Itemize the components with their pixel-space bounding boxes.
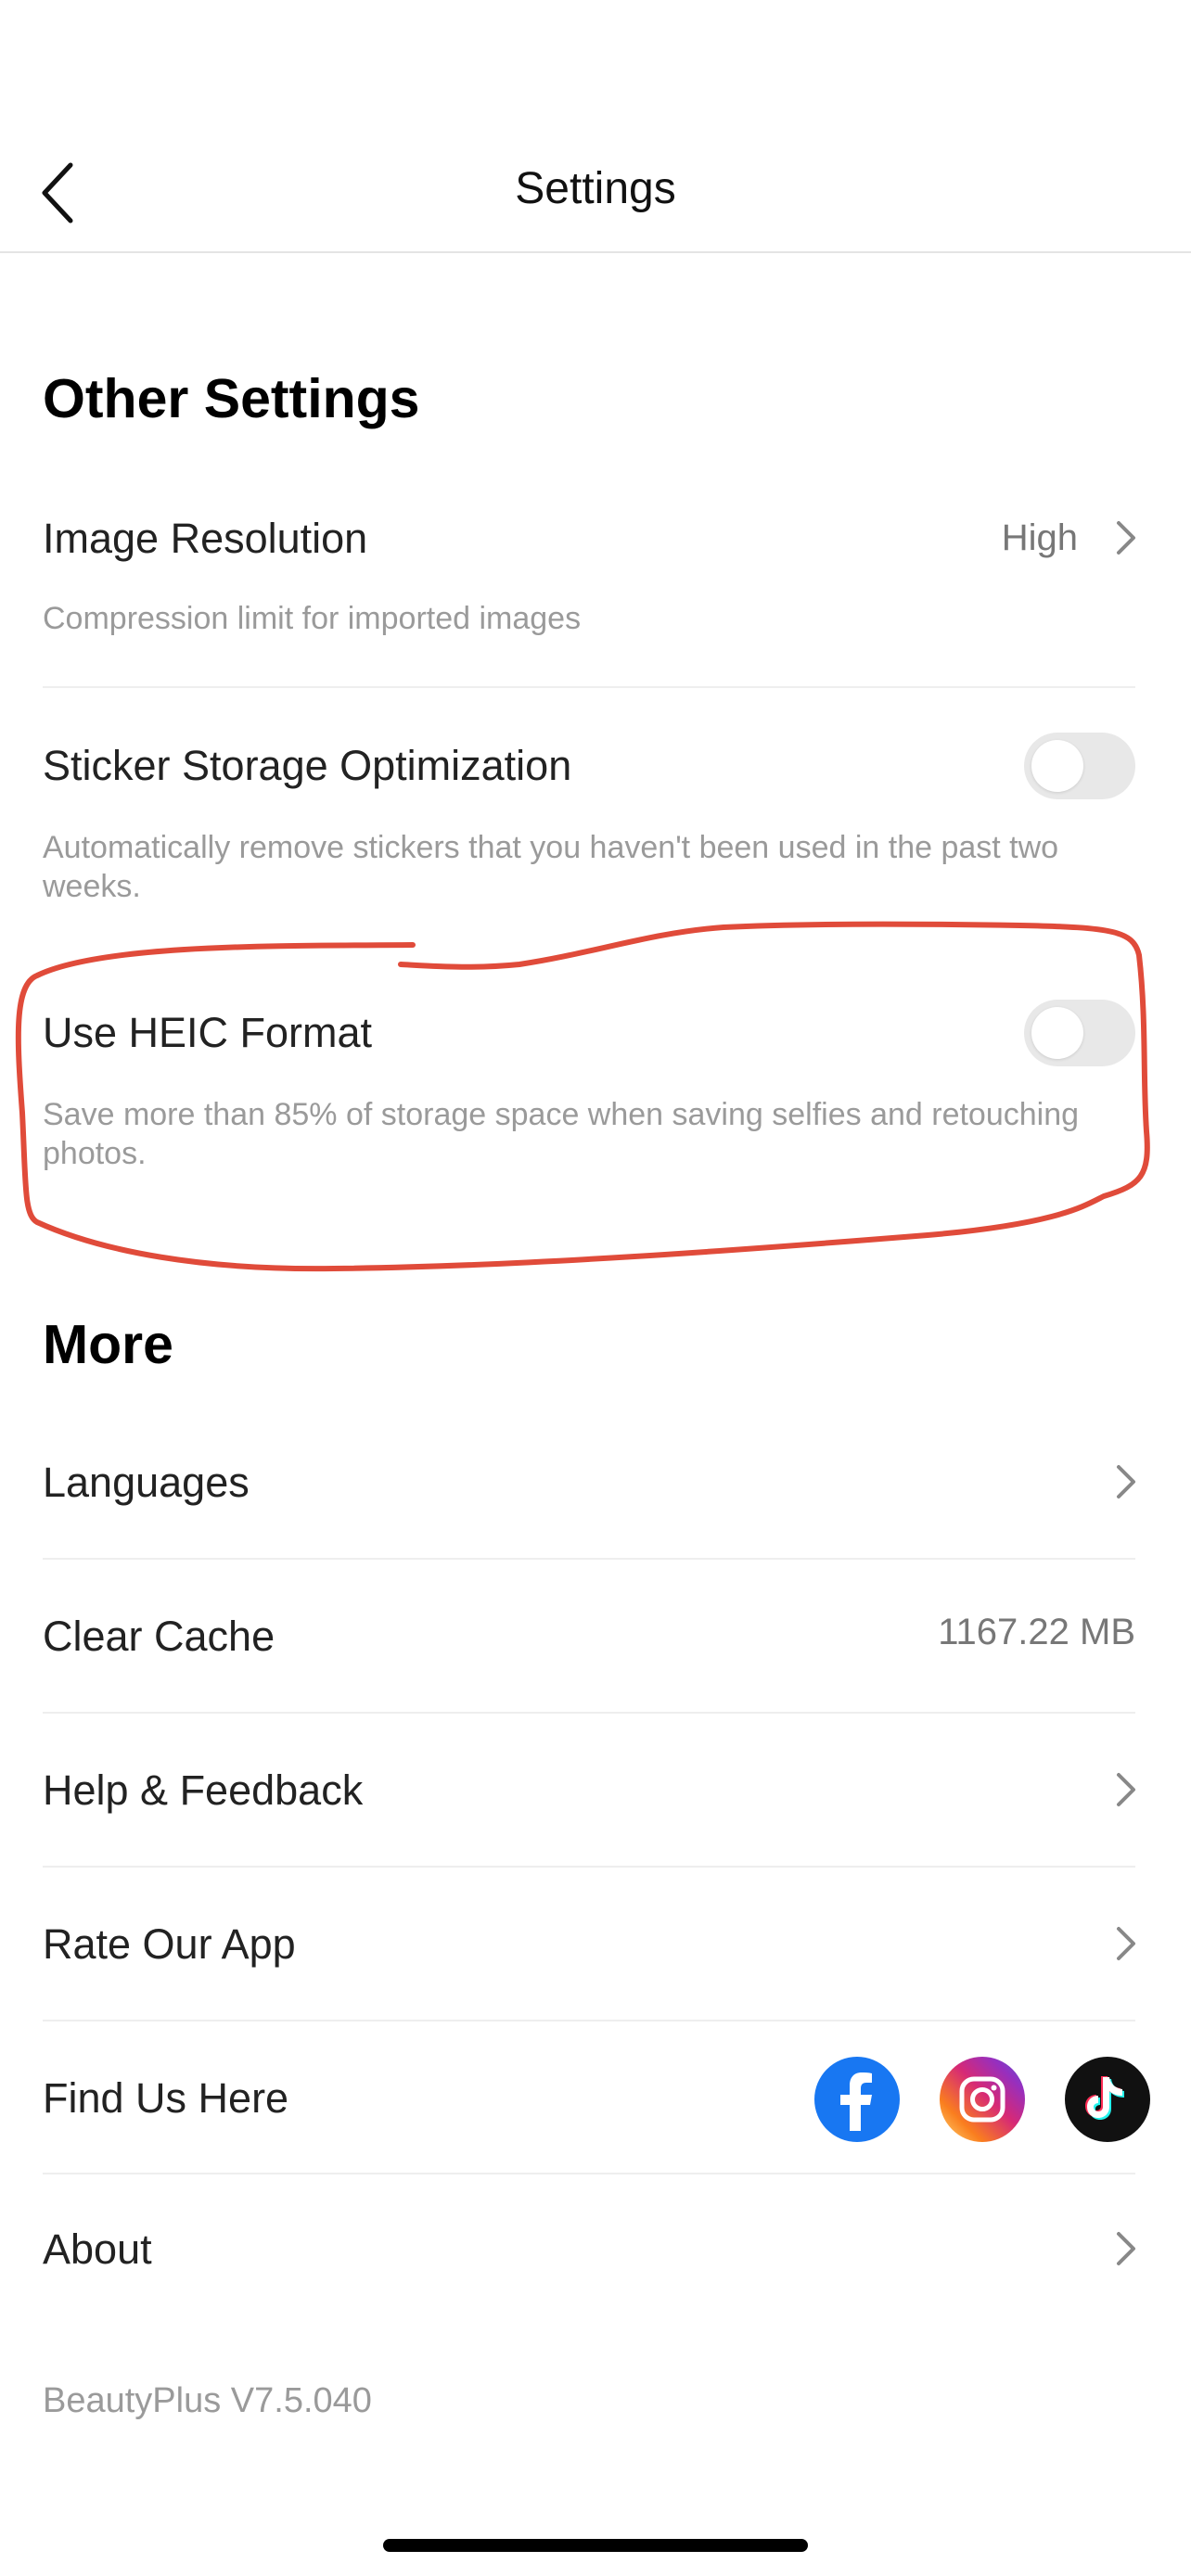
page-title: Settings	[515, 164, 676, 213]
languages-label: Languages	[43, 1459, 250, 1506]
tiktok-icon[interactable]	[1065, 2057, 1150, 2142]
chevron-right-icon	[1115, 1925, 1137, 1967]
heic-format-label: Use HEIC Format	[43, 1009, 373, 1056]
find-us-label: Find Us Here	[43, 2074, 289, 2122]
help-feedback-label: Help & Feedback	[43, 1766, 364, 1814]
divider	[43, 686, 1135, 688]
home-indicator[interactable]	[383, 2539, 808, 2552]
heic-format-toggle[interactable]	[1024, 1000, 1135, 1066]
image-resolution-description: Compression limit for imported images	[43, 601, 582, 636]
rate-app-label: Rate Our App	[43, 1920, 296, 1968]
cache-size-value: 1167.22 MB	[938, 1612, 1135, 1652]
facebook-icon[interactable]	[814, 2057, 900, 2142]
section-title-other-settings: Other Settings	[43, 368, 420, 429]
sticker-storage-toggle[interactable]	[1024, 733, 1135, 799]
sticker-storage-description: Automatically remove stickers that you h…	[43, 830, 1059, 904]
heic-format-description: Save more than 85% of storage space when…	[43, 1097, 1080, 1171]
image-resolution-label: Image Resolution	[43, 515, 368, 562]
app-version: BeautyPlus V7.5.040	[43, 2381, 372, 2420]
toggle-knob	[1031, 1007, 1083, 1059]
sticker-storage-label: Sticker Storage Optimization	[43, 742, 572, 789]
about-label: About	[43, 2225, 152, 2273]
chevron-right-icon	[1115, 519, 1137, 561]
divider	[43, 2020, 1135, 2021]
image-resolution-value: High	[1001, 517, 1078, 558]
chevron-right-icon	[1115, 1771, 1137, 1813]
chevron-right-icon	[1115, 1463, 1137, 1505]
clear-cache-label: Clear Cache	[43, 1613, 275, 1660]
section-title-more: More	[43, 1314, 173, 1375]
toggle-knob	[1031, 740, 1083, 792]
chevron-right-icon	[1115, 2230, 1137, 2272]
header-divider	[0, 251, 1191, 253]
instagram-icon[interactable]	[940, 2057, 1025, 2142]
about-row[interactable]	[0, 2174, 1191, 2327]
